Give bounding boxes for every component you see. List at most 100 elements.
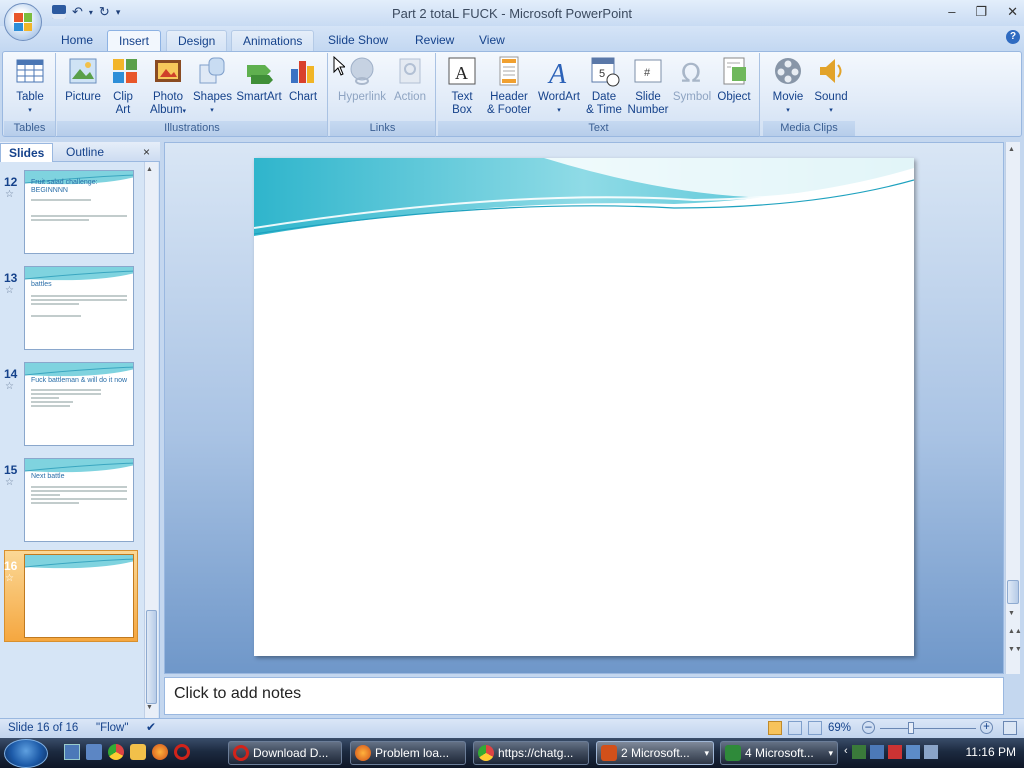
transition-star-icon: ☆ (5, 189, 14, 200)
group-dropdown-icon: ▾ (704, 748, 709, 758)
slide-thumbnail-13[interactable]: battles (24, 266, 134, 350)
next-slide-icon[interactable]: ▼▼ (1008, 646, 1022, 653)
maximize-icon[interactable]: ❐ (975, 4, 987, 20)
text-box-button[interactable]: A Text Box (446, 55, 478, 117)
slides-pane-scrollbar[interactable]: ▲ ▼ (144, 162, 158, 718)
action-button[interactable]: Action (390, 55, 430, 104)
theme-name: "Flow" (96, 722, 129, 734)
taskbar-item-opera[interactable]: Download D... (228, 741, 342, 765)
slide-thumbnail-14[interactable]: Fuck battleman & will do it now (24, 362, 134, 446)
scroll-down-icon[interactable]: ▼ (146, 704, 153, 711)
wave-decoration (25, 555, 133, 569)
minimize-icon[interactable]: – (948, 4, 955, 20)
close-icon[interactable]: ✕ (1007, 4, 1018, 20)
tab-view[interactable]: View (468, 30, 516, 52)
speaker-icon (815, 55, 847, 87)
slide-body-lines (31, 484, 127, 506)
tab-review[interactable]: Review (404, 30, 465, 52)
group-label-text: Text (438, 121, 759, 136)
chart-icon (287, 55, 319, 87)
svg-text:A: A (547, 59, 567, 87)
tab-slide-show[interactable]: Slide Show (317, 30, 399, 52)
opera-icon[interactable] (174, 744, 190, 760)
picture-button[interactable]: Picture (63, 55, 103, 104)
window-title: Part 2 totaL FUCK - Microsoft PowerPoint (391, 6, 633, 21)
security-icon[interactable] (887, 745, 902, 759)
object-button[interactable]: Object (714, 55, 754, 104)
tab-outline[interactable]: Outline (58, 143, 112, 162)
shapes-button[interactable]: Shapes ▾ (193, 55, 232, 117)
tray-app-icon[interactable] (851, 745, 866, 759)
normal-view-icon[interactable] (768, 721, 782, 735)
pane-close-icon[interactable]: × (143, 145, 150, 159)
tray-arrow-icon[interactable]: ‹ (844, 745, 848, 759)
zoom-level[interactable]: 69% (828, 722, 851, 734)
slide-sorter-icon[interactable] (788, 721, 802, 735)
spell-check-icon[interactable]: ✔ (146, 720, 156, 734)
chart-button[interactable]: Chart (285, 55, 321, 104)
volume-icon[interactable] (923, 745, 938, 759)
table-icon (14, 55, 46, 87)
window-switcher-icon[interactable] (86, 744, 102, 760)
slide-thumbnail-12[interactable]: Fruit salad challenge: BEGINNNN (24, 170, 134, 254)
transition-star-icon: ☆ (5, 381, 14, 392)
date-time-icon: 5 (588, 55, 620, 87)
zoom-out-icon[interactable]: – (862, 721, 875, 734)
hyperlink-icon (346, 55, 378, 87)
office-button[interactable] (4, 3, 42, 41)
slide-number-12: 12 (4, 175, 18, 189)
slide-number-button[interactable]: # Slide Number (626, 55, 670, 117)
chrome-icon[interactable] (108, 744, 124, 760)
folder-icon[interactable] (130, 744, 146, 760)
clip-art-button[interactable]: Clip Art (109, 55, 137, 117)
ribbon-tabs: Home Insert Design Animations Slide Show… (0, 26, 1024, 52)
sound-button[interactable]: Sound ▾ (811, 55, 851, 117)
fit-to-window-icon[interactable] (1003, 721, 1017, 735)
powerpoint-icon (601, 745, 617, 761)
scroll-up-icon[interactable]: ▲ (146, 166, 153, 173)
network-icon[interactable] (869, 745, 884, 759)
taskbar-item-excel[interactable]: 4 Microsoft... ▾ (720, 741, 838, 765)
scroll-thumb[interactable] (146, 610, 157, 704)
tab-animations[interactable]: Animations (231, 30, 315, 52)
display-icon[interactable] (905, 745, 920, 759)
tab-insert[interactable]: Insert (107, 30, 162, 52)
tab-home[interactable]: Home (50, 30, 104, 52)
slide-thumbnail-15[interactable]: Next battle (24, 458, 134, 542)
zoom-slider-track[interactable] (880, 728, 976, 729)
zoom-in-icon[interactable]: + (980, 721, 993, 734)
slide-title: Fruit salad challenge: BEGINNNN (31, 179, 98, 194)
slide-show-icon[interactable] (808, 721, 822, 735)
wordart-icon: A (543, 55, 575, 90)
table-button[interactable]: Table ▾ (10, 55, 50, 117)
transition-star-icon: ☆ (5, 285, 14, 296)
photo-album-button[interactable]: Photo Album▾ (145, 55, 191, 118)
smartart-button[interactable]: SmartArt (235, 55, 283, 104)
date-time-button[interactable]: 5 Date & Time (584, 55, 624, 117)
firefox-icon[interactable] (152, 744, 168, 760)
scroll-down-icon[interactable]: ▼ (1008, 610, 1015, 617)
show-desktop-icon[interactable] (64, 744, 80, 760)
taskbar-item-firefox[interactable]: Problem loa... (350, 741, 466, 765)
clock[interactable]: 11:16 PM (966, 745, 1016, 759)
notes-placeholder[interactable]: Click to add notes (174, 685, 301, 703)
help-icon[interactable]: ? (1006, 30, 1020, 44)
svg-text:A: A (455, 63, 468, 83)
previous-slide-icon[interactable]: ▲▲ (1008, 628, 1022, 635)
slide-thumbnail-16[interactable] (24, 554, 134, 638)
zoom-slider-thumb[interactable] (908, 722, 915, 734)
taskbar-item-powerpoint[interactable]: 2 Microsoft... ▾ (596, 741, 714, 765)
tab-slides[interactable]: Slides (0, 143, 54, 162)
editor-scrollbar[interactable]: ▲ ▼ ▲▲ ▼▼ (1005, 142, 1022, 674)
smartart-icon (243, 55, 275, 87)
current-slide[interactable] (254, 158, 914, 656)
windows-start-button[interactable] (4, 739, 48, 768)
header-footer-button[interactable]: Header & Footer (484, 55, 534, 117)
wordart-button[interactable]: A WordArt ▾ (536, 55, 582, 117)
scroll-up-icon[interactable]: ▲ (1008, 146, 1015, 153)
scroll-thumb[interactable] (1007, 580, 1019, 604)
movie-button[interactable]: Movie ▾ (767, 55, 809, 117)
taskbar-item-chrome[interactable]: https://chatg... (473, 741, 589, 765)
symbol-button[interactable]: Ω Symbol (672, 55, 712, 104)
tab-design[interactable]: Design (166, 30, 228, 52)
